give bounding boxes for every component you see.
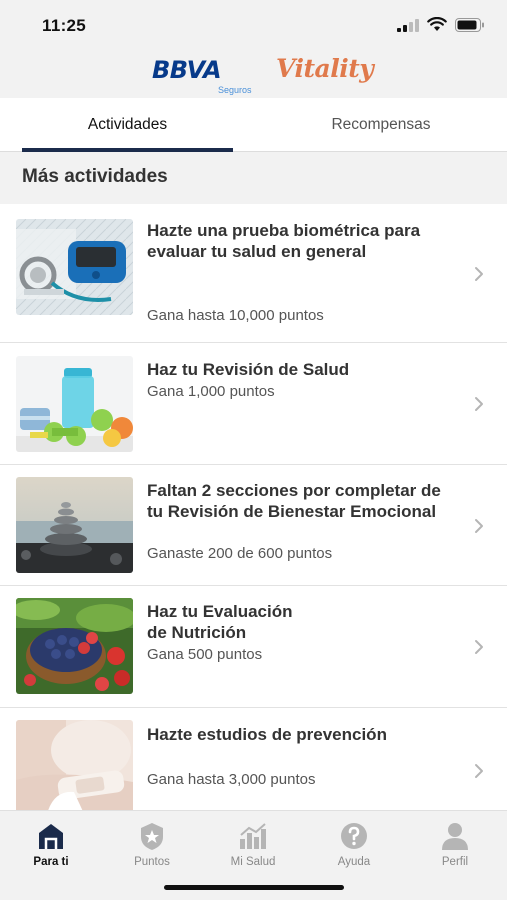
nav-mi-salud[interactable]: Mi Salud [208,817,298,877]
bbva-logo-subtitle: Seguros [218,85,252,95]
battery-icon [455,17,484,32]
status-time: 11:25 [42,16,87,35]
chevron-right-icon [475,640,483,654]
tab-actividades[interactable]: Actividades [22,98,233,152]
home-icon [39,824,63,849]
badge-star-icon [141,823,163,850]
activity-list: Hazte una prueba biométrica para evaluar… [0,204,507,810]
nav-perfil[interactable]: Perfil [410,817,500,877]
person-icon [442,823,468,850]
activity-item-emotional-wellbeing[interactable]: Faltan 2 secciones por completar de tu R… [0,465,507,586]
status-icons [397,17,485,32]
activity-title: Hazte estudios de prevención [147,725,387,744]
wifi-icon [427,17,447,31]
chevron-right-icon [475,397,483,411]
nav-puntos[interactable]: Puntos [107,817,197,877]
chevron-right-icon [475,519,483,533]
brand-header: BBVA Seguros Vitality [0,50,507,98]
activity-points: Gana 500 puntos [147,646,263,663]
vitality-logo: Vitality [276,54,374,83]
activity-image-bandage-arm [16,720,133,810]
activity-image-glucometer [16,219,133,315]
nav-para-ti[interactable]: Para ti [6,817,96,877]
activity-item-biometric[interactable]: Hazte una prueba biométrica para evaluar… [0,204,507,343]
activity-item-prevention[interactable]: Hazte estudios de prevención Gana hasta … [0,708,507,810]
activity-title: Faltan 2 secciones por completar de tu R… [147,481,441,521]
nav-label: Mi Salud [230,856,276,868]
activity-title: Hazte una prueba biométrica para evaluar… [147,221,421,261]
activity-title: Haz tu Revisión de Salud [147,360,350,379]
nav-label: Perfil [441,856,469,868]
activity-image-shaker [16,356,133,452]
activity-points: Gana hasta 10,000 puntos [147,307,324,324]
nav-label: Puntos [134,856,170,868]
chevron-right-icon [475,764,483,778]
nav-label: Ayuda [337,856,371,868]
top-tabs: Actividades Recompensas [0,98,507,152]
signal-icon [397,18,419,32]
activity-points: Gana 1,000 puntos [147,383,275,400]
activity-points: Ganaste 200 de 600 puntos [147,545,333,562]
bbva-logo: BBVA Seguros [152,56,252,95]
bbva-logo-text: BBVA [152,56,222,84]
activity-image-fruit-bowl [16,598,133,694]
tab-recompensas[interactable]: Recompensas [276,98,486,152]
status-bar: 11:25 [0,0,507,50]
bar-chart-icon [240,823,266,849]
nav-label: Para ti [33,856,69,868]
activity-title: Haz tu Evaluación de Nutrición [147,602,293,642]
activity-item-nutrition[interactable]: Haz tu Evaluación de Nutrición Gana 500 … [0,586,507,708]
activity-image-stacked-stones [16,477,133,573]
activity-points: Gana hasta 3,000 puntos [147,771,316,788]
home-indicator [164,885,344,890]
section-title: Más actividades [0,152,507,204]
chevron-right-icon [475,267,483,281]
nav-ayuda[interactable]: Ayuda [309,817,399,877]
help-icon [341,823,367,849]
activity-item-health-review[interactable]: Haz tu Revisión de Salud Gana 1,000 punt… [0,343,507,465]
